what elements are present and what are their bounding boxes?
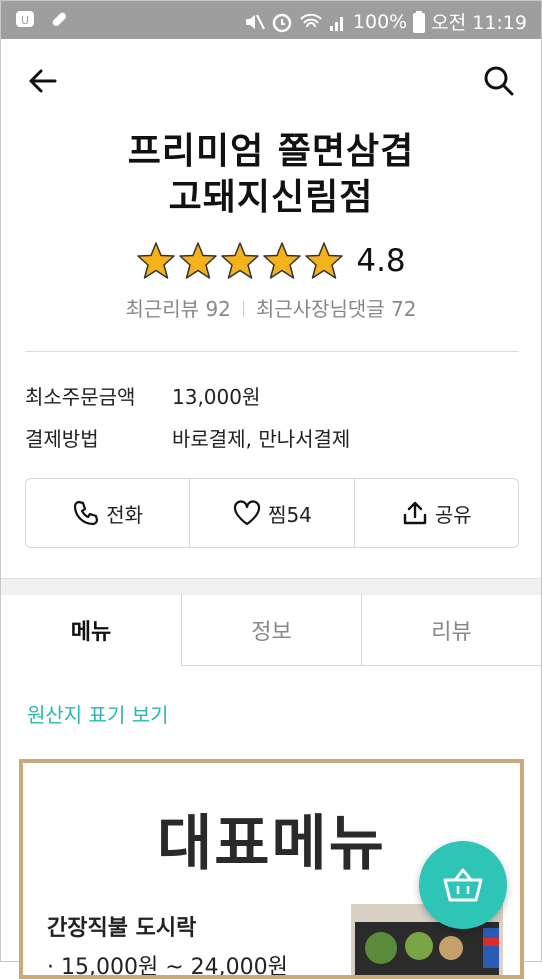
section-divider: [1, 578, 541, 595]
divider: [25, 351, 519, 352]
cart-button[interactable]: [419, 841, 507, 929]
star-icon: [305, 242, 344, 279]
share-label: 공유: [434, 502, 472, 527]
action-buttons: 전화 찜54 공유: [25, 478, 519, 548]
payment-value: 바로결제, 만나서결제: [172, 427, 351, 451]
store-rating: 4.8: [1, 241, 541, 281]
tab-bar: 메뉴 정보 리뷰: [1, 594, 541, 666]
like-button[interactable]: 찜54: [189, 479, 353, 547]
like-label: 찜54: [268, 502, 312, 527]
signal-icon: [329, 16, 343, 31]
call-label: 전화: [106, 502, 144, 527]
min-order-value: 13,000원: [172, 385, 261, 409]
menu-item-price: · 15,000원 ~ 24,000원: [47, 955, 288, 979]
store-name-line2: 고돼지신림점: [168, 177, 374, 218]
search-icon[interactable]: [483, 65, 515, 97]
origin-info-link[interactable]: 원산지 표기 보기: [27, 699, 169, 728]
star-icon: [263, 242, 302, 279]
app-notification-icon: U: [16, 11, 34, 27]
payment-row: 결제방법 바로결제, 만나서결제: [25, 423, 350, 452]
tab-review[interactable]: 리뷰: [361, 594, 541, 666]
rating-value: 4.8: [356, 243, 406, 279]
share-button[interactable]: 공유: [353, 479, 518, 547]
call-button[interactable]: 전화: [26, 479, 189, 547]
tab-menu[interactable]: 메뉴: [1, 594, 181, 666]
divider: [242, 301, 244, 317]
recent-reviews[interactable]: 최근리뷰 92: [125, 297, 230, 321]
status-bar: U 100% 오전 11:19: [1, 1, 541, 39]
min-order-label: 최소주문금액: [25, 385, 136, 409]
svg-text:U: U: [21, 14, 29, 27]
app-bar: [1, 39, 541, 123]
store-name-line1: 프리미엄 쫄면삼겹: [127, 131, 415, 172]
clock: 오전 11:19: [431, 12, 527, 34]
share-icon: [403, 501, 427, 525]
pill-notification-icon: [52, 12, 67, 27]
payment-label: 결제방법: [25, 427, 99, 451]
owner-replies[interactable]: 최근사장님댓글 72: [256, 297, 417, 321]
wifi-icon: [300, 13, 322, 27]
min-order-row: 최소주문금액 13,000원: [25, 381, 260, 410]
store-title: 프리미엄 쫄면삼겹 고돼지신림점: [1, 129, 541, 221]
battery-percent: 100%: [352, 10, 408, 33]
basket-icon: [443, 868, 483, 902]
menu-item-name: 간장직불 도시락: [47, 916, 197, 941]
phone-icon: [74, 500, 99, 526]
alarm-icon: [272, 13, 292, 32]
battery-icon: [413, 10, 426, 33]
star-icon: [137, 242, 176, 279]
tab-info[interactable]: 정보: [181, 594, 361, 666]
heart-icon: [233, 500, 261, 526]
back-arrow-icon[interactable]: [27, 65, 59, 97]
mute-icon: [245, 14, 265, 29]
star-icon: [179, 242, 218, 279]
star-icon: [221, 242, 260, 279]
review-counts: 최근리뷰 92 최근사장님댓글 72: [1, 293, 541, 322]
